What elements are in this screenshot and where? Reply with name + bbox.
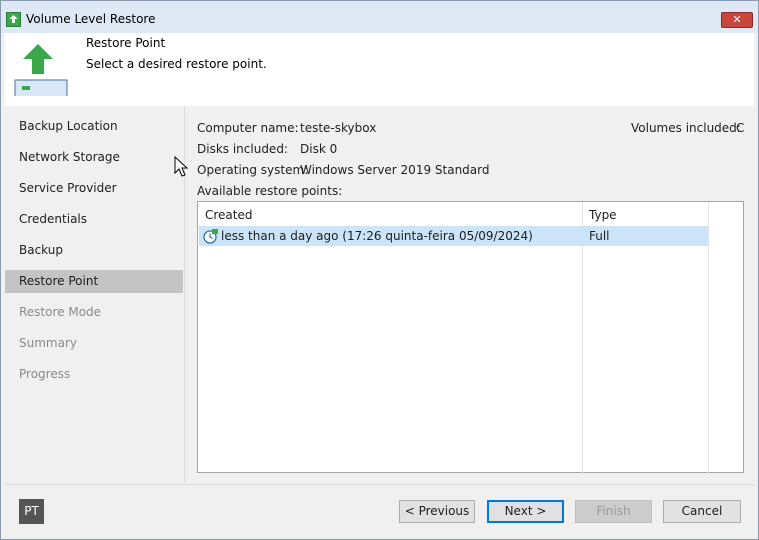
computer-name-value: teste-skybox — [300, 121, 377, 135]
restore-arrow-icon — [14, 42, 68, 98]
restore-app-icon — [6, 12, 21, 27]
table-header: Created Type — [198, 202, 708, 227]
window-title: Volume Level Restore — [26, 12, 156, 26]
wizard-header: Restore Point Select a desired restore p… — [5, 33, 754, 106]
available-restore-points-label: Available restore points: — [197, 184, 343, 198]
next-button[interactable]: Next > — [487, 500, 564, 523]
step-network-storage[interactable]: Network Storage — [5, 146, 183, 169]
mouse-cursor-icon — [174, 155, 190, 181]
step-restore-point[interactable]: Restore Point — [5, 270, 183, 293]
step-backup[interactable]: Backup — [5, 239, 183, 262]
computer-name-label: Computer name: — [197, 121, 299, 135]
volumes-included-label: Volumes included: — [631, 121, 741, 135]
step-restore-mode: Restore Mode — [19, 305, 102, 319]
disks-included-value: Disk 0 — [300, 142, 338, 156]
step-credentials[interactable]: Credentials — [5, 208, 183, 231]
close-button[interactable]: ✕ — [721, 12, 753, 28]
page-subtitle: Select a desired restore point. — [86, 57, 267, 71]
page-title: Restore Point — [86, 36, 166, 50]
column-header-created[interactable]: Created — [205, 208, 253, 222]
finish-button: Finish — [575, 500, 652, 523]
operating-system-label: Operating system: — [197, 163, 309, 177]
wizard-steps: Backup Location Network Storage Service … — [5, 106, 183, 483]
disks-included-label: Disks included: — [197, 142, 288, 156]
row-type: Full — [589, 229, 610, 243]
table-row[interactable]: less than a day ago (17:26 quinta-feira … — [199, 226, 708, 246]
step-progress: Progress — [19, 367, 71, 381]
step-backup-location[interactable]: Backup Location — [5, 115, 183, 138]
row-created: less than a day ago (17:26 quinta-feira … — [221, 229, 533, 243]
previous-button[interactable]: < Previous — [399, 500, 475, 523]
step-service-provider[interactable]: Service Provider — [5, 177, 183, 200]
operating-system-value: Windows Server 2019 Standard — [300, 163, 490, 177]
cancel-button[interactable]: Cancel — [663, 500, 741, 523]
column-divider — [708, 202, 709, 473]
wizard-window: Volume Level Restore ✕ Restore Point Sel… — [0, 0, 759, 540]
volumes-included-value: C — [736, 121, 745, 135]
step-summary: Summary — [19, 336, 77, 350]
title-bar: Volume Level Restore ✕ — [1, 1, 758, 33]
restore-points-table[interactable]: Created Type less than a day ago (17:26 … — [197, 201, 744, 473]
language-badge: PT — [19, 499, 44, 524]
column-header-type[interactable]: Type — [589, 208, 617, 222]
restore-point-clock-icon — [203, 229, 218, 247]
